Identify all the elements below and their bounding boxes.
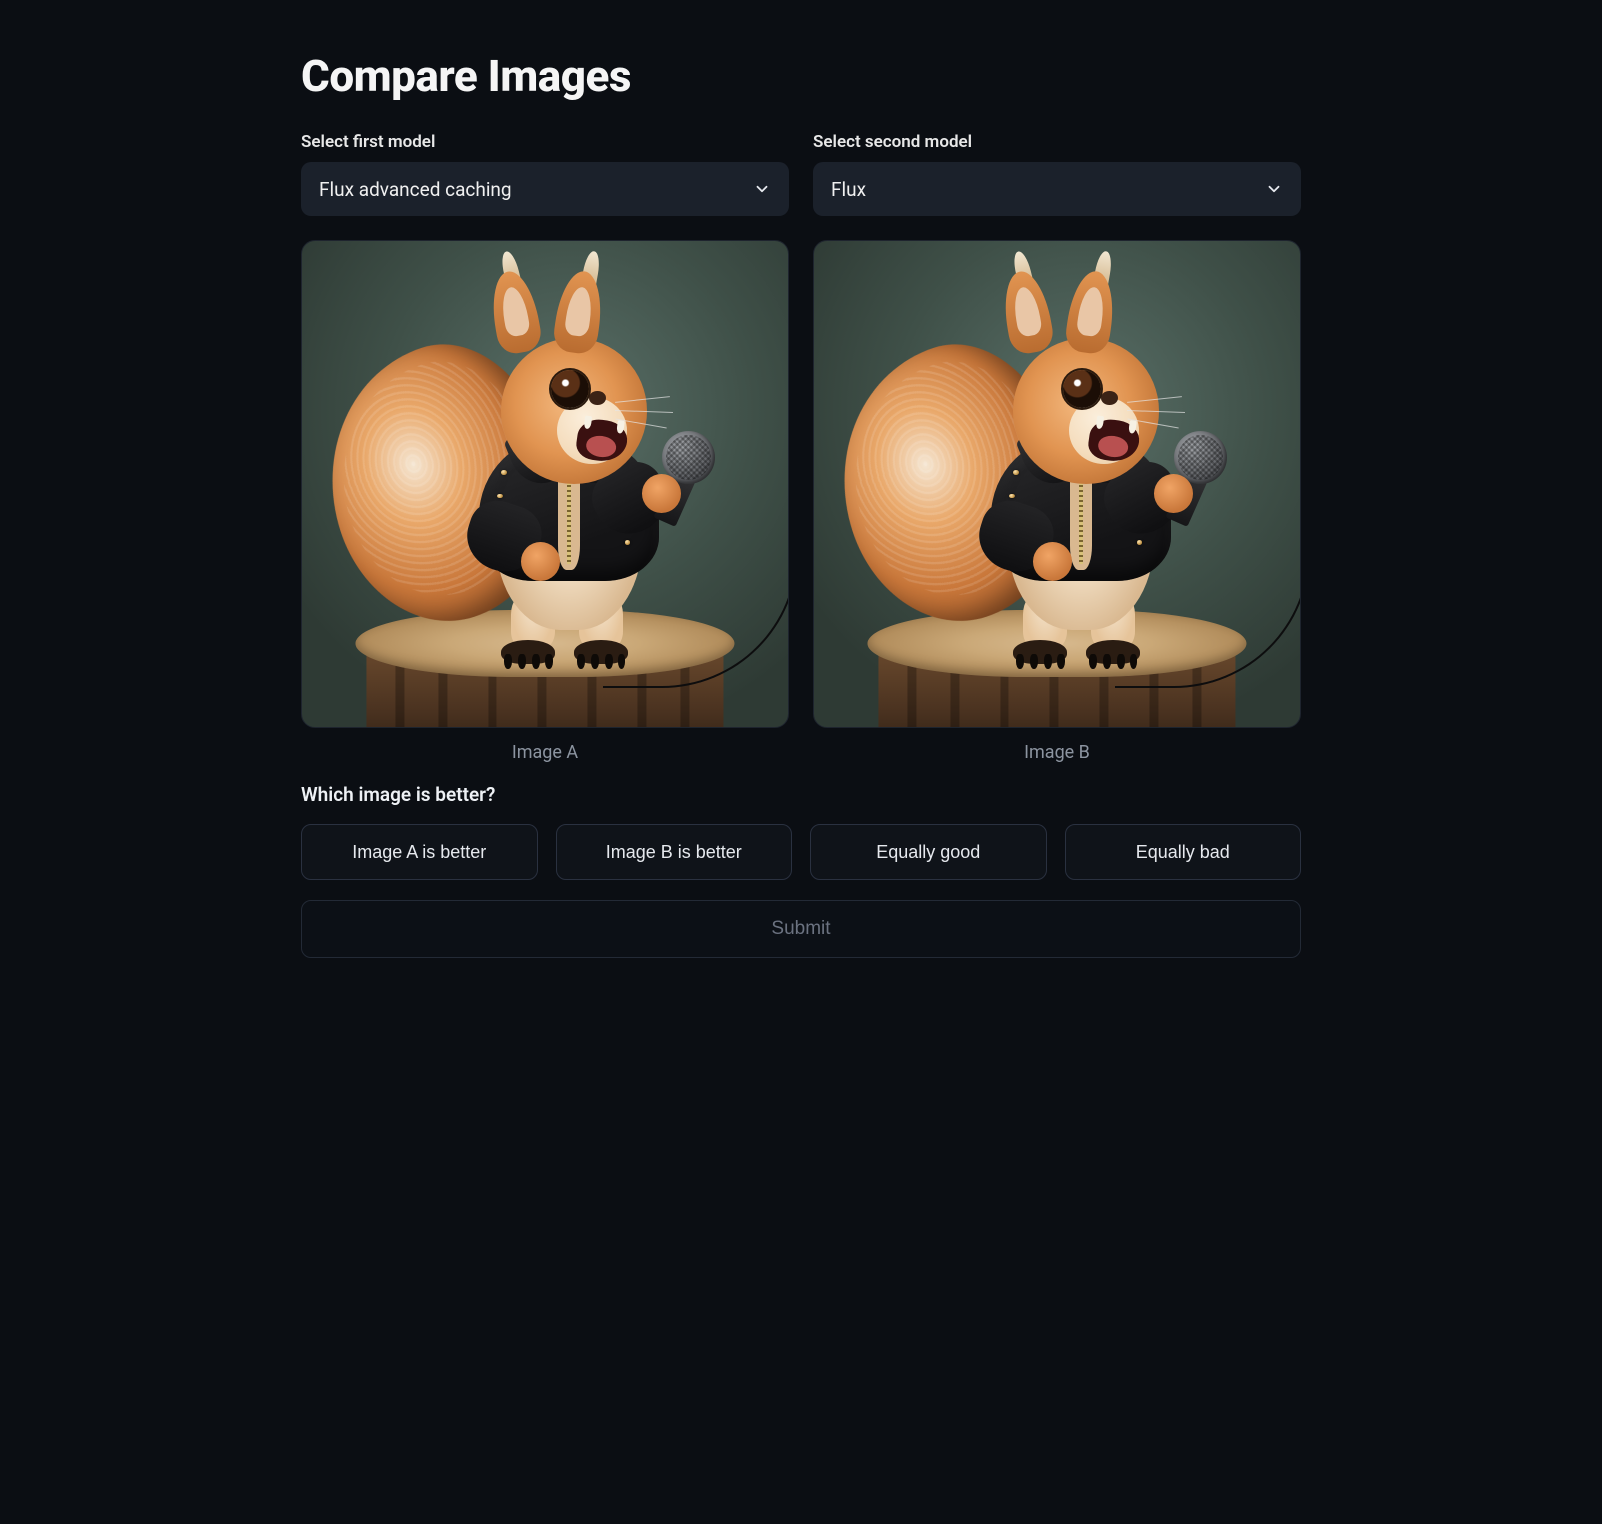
submit-button[interactable]: Submit xyxy=(301,900,1301,958)
image-a-caption: Image A xyxy=(512,742,578,763)
image-b[interactable] xyxy=(813,240,1301,728)
option-equally-bad-button[interactable]: Equally bad xyxy=(1065,824,1302,880)
image-b-caption: Image B xyxy=(1024,742,1090,763)
second-model-select[interactable]: Flux xyxy=(813,162,1301,216)
images-row: Image A xyxy=(301,240,1301,763)
compare-images-page: Compare Images Select first model Flux a… xyxy=(301,50,1301,958)
option-a-better-button[interactable]: Image A is better xyxy=(301,824,538,880)
first-model-column: Select first model Flux advanced caching xyxy=(301,132,789,216)
first-model-value: Flux advanced caching xyxy=(319,178,753,201)
option-equally-good-button[interactable]: Equally good xyxy=(810,824,1047,880)
image-b-column: Image B xyxy=(813,240,1301,763)
page-title: Compare Images xyxy=(301,50,1301,102)
squirrel-illustration xyxy=(302,241,788,727)
option-b-better-button[interactable]: Image B is better xyxy=(556,824,793,880)
chevron-down-icon xyxy=(1265,180,1283,198)
first-model-select[interactable]: Flux advanced caching xyxy=(301,162,789,216)
second-model-column: Select second model Flux xyxy=(813,132,1301,216)
chevron-down-icon xyxy=(753,180,771,198)
model-selectors-row: Select first model Flux advanced caching… xyxy=(301,132,1301,216)
first-model-label: Select first model xyxy=(301,132,789,152)
squirrel-illustration xyxy=(814,241,1300,727)
image-a-column: Image A xyxy=(301,240,789,763)
vote-options-row: Image A is better Image B is better Equa… xyxy=(301,824,1301,880)
comparison-question: Which image is better? xyxy=(301,783,1301,806)
image-a[interactable] xyxy=(301,240,789,728)
second-model-value: Flux xyxy=(831,178,1265,201)
second-model-label: Select second model xyxy=(813,132,1301,152)
